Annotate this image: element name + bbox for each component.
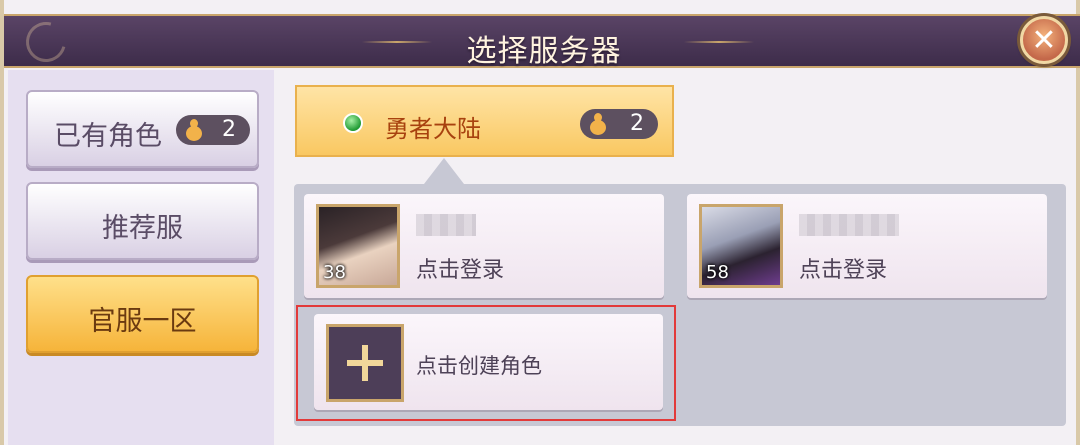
role-count-badge: 2 [176,115,250,145]
sidebar-item-label: 已有角色 [54,121,162,152]
create-character-label: 点击创建角色 [416,354,542,378]
login-prompt: 点击登录 [416,258,505,283]
gourd-icon [588,113,608,135]
sidebar-item-existing-roles[interactable]: 已有角色 2 [26,90,259,168]
character-card[interactable]: 58 点击登录 [687,194,1047,298]
server-category-sidebar: 已有角色 2 推荐服 官服一区 [8,70,274,445]
dialog-title: 选择服务器 [466,34,622,69]
sidebar-item-label: 官服一区 [88,306,197,337]
character-name-blurred [799,214,899,236]
title-bar: 选择服务器 [4,14,1080,70]
server-tab-selected[interactable]: 勇者大陆 2 [295,85,674,157]
close-button[interactable]: ✕ [1020,16,1068,64]
sidebar-item-official-zone-1[interactable]: 官服一区 [26,275,259,353]
plus-icon [326,324,404,402]
gourd-icon [184,119,204,141]
tab-pointer [424,158,464,184]
server-select-dialog: 选择服务器 ✕ 已有角色 2 推荐服 官服一区 勇者大陆 2 38 点击登录 5… [0,0,1080,445]
close-icon: ✕ [1031,23,1057,58]
server-status-icon [343,113,363,133]
character-avatar: 58 [699,204,783,288]
server-role-count-badge: 2 [580,109,658,139]
server-name: 勇者大陆 [385,115,481,143]
character-level: 58 [706,262,729,283]
login-prompt: 点击登录 [799,258,888,283]
sidebar-item-label: 推荐服 [102,213,183,244]
character-name-blurred [416,214,476,236]
character-level: 38 [323,262,346,283]
character-avatar: 38 [316,204,400,288]
character-card[interactable]: 38 点击登录 [304,194,664,298]
create-character-button[interactable]: 点击创建角色 [314,314,663,410]
sidebar-item-recommended[interactable]: 推荐服 [26,182,259,260]
